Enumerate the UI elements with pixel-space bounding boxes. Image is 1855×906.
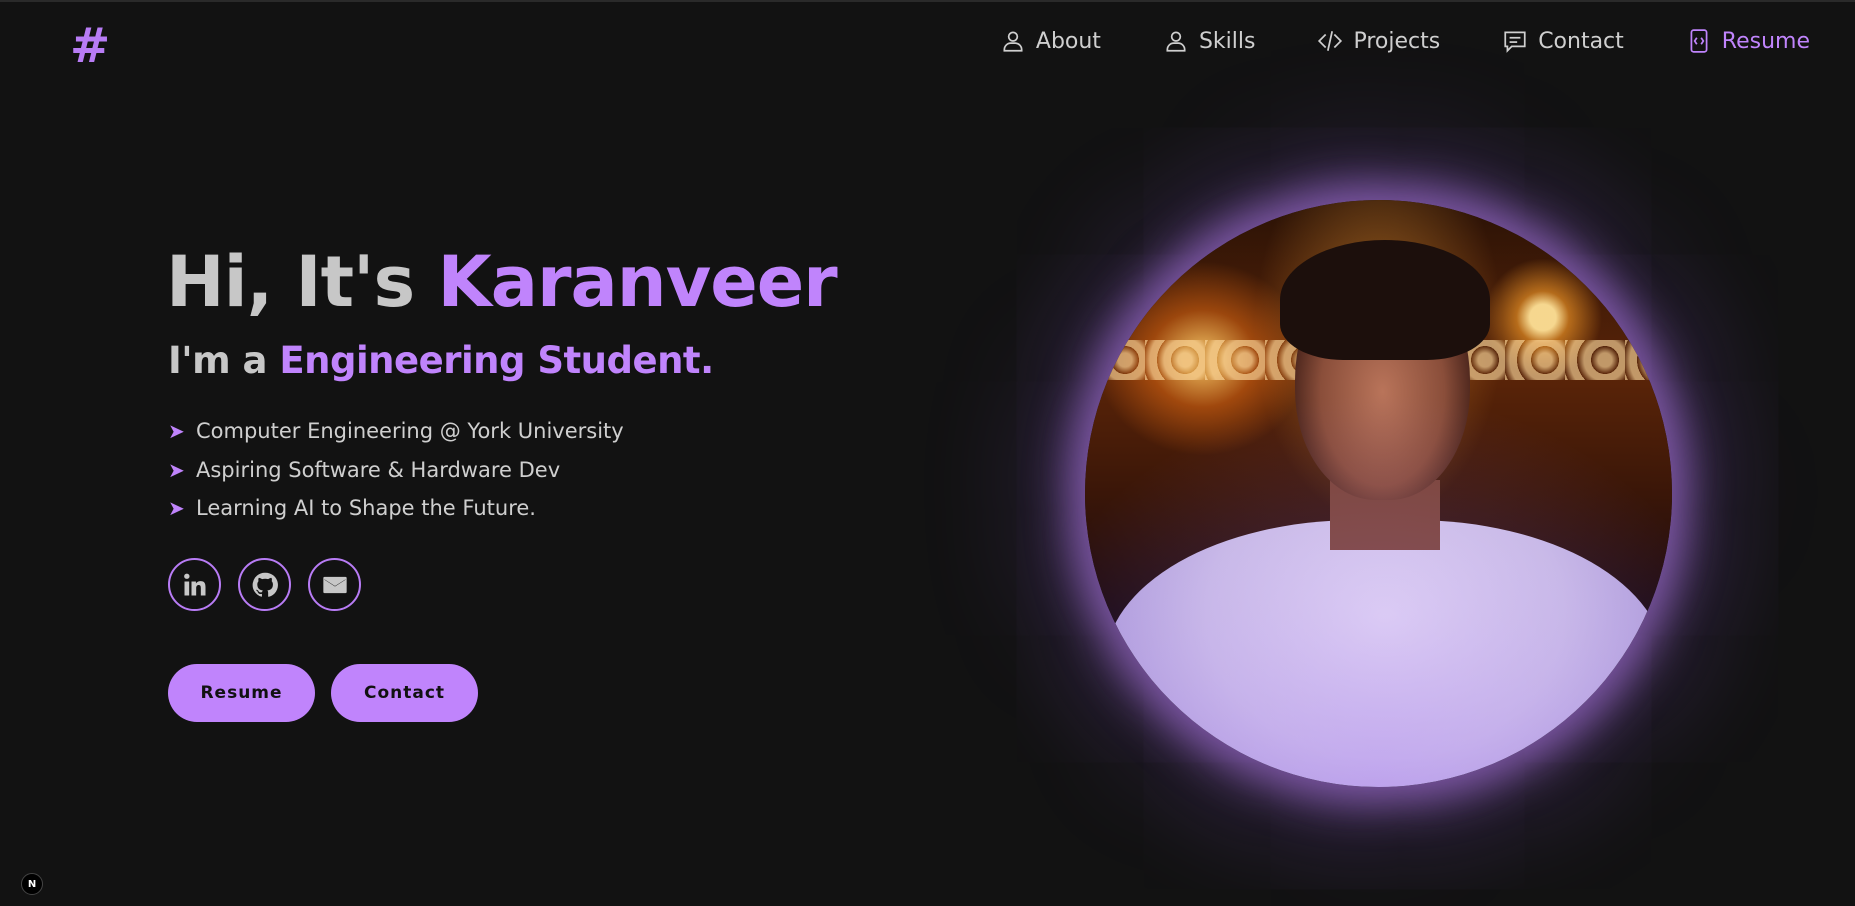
arrow-icon: ➤	[168, 496, 185, 520]
mail-icon	[322, 576, 347, 593]
email-button[interactable]	[308, 558, 361, 611]
nav-projects-label: Projects	[1353, 28, 1441, 54]
logo[interactable]: #	[70, 20, 110, 72]
hero-bullets: ➤ Computer Engineering @ York University …	[168, 412, 624, 528]
nextjs-badge[interactable]: N	[21, 873, 43, 895]
nav-skills[interactable]: Skills	[1163, 28, 1256, 54]
list-item: ➤ Computer Engineering @ York University	[168, 412, 624, 451]
profile-photo	[1085, 200, 1672, 787]
github-button[interactable]	[238, 558, 291, 611]
nav-contact-label: Contact	[1538, 28, 1624, 54]
nav-about[interactable]: About	[1000, 28, 1101, 54]
nav-projects[interactable]: Projects	[1317, 28, 1440, 54]
photo-tint	[1085, 200, 1672, 787]
hero-title: Hi, It's Karanveer	[166, 240, 838, 324]
nav-about-label: About	[1035, 28, 1101, 54]
nav-skills-label: Skills	[1198, 28, 1256, 54]
file-code-icon	[1690, 29, 1708, 53]
code-icon	[1318, 31, 1343, 51]
hero-sub-prefix: I'm a	[168, 339, 268, 382]
nav-resume[interactable]: Resume	[1686, 28, 1810, 54]
list-item: ➤ Learning AI to Shape the Future.	[168, 489, 624, 528]
arrow-icon: ➤	[168, 419, 185, 443]
user-icon	[1003, 31, 1023, 52]
main-nav: About Skills Projects Contact Resume	[938, 28, 1810, 54]
arrow-icon: ➤	[168, 457, 185, 482]
hero-sub-highlight: Engineering Student.	[279, 339, 714, 382]
linkedin-icon	[183, 573, 205, 595]
contact-button[interactable]: Contact	[331, 664, 478, 722]
bullet-text: Computer Engineering @ York University	[196, 419, 624, 443]
hero-name: Karanveer	[437, 241, 838, 323]
nav-resume-label: Resume	[1721, 28, 1810, 54]
cta-buttons: Resume Contact	[168, 664, 478, 722]
social-links	[168, 558, 361, 611]
bullet-text: Aspiring Software & Hardware Dev	[196, 457, 561, 482]
top-border	[0, 0, 1855, 2]
user-icon	[1166, 31, 1186, 52]
bullet-text: Learning AI to Shape the Future.	[196, 496, 536, 520]
hero-greeting: Hi, It's	[166, 241, 415, 323]
list-item: ➤ Aspiring Software & Hardware Dev	[168, 451, 624, 490]
message-icon	[1504, 31, 1526, 53]
resume-button[interactable]: Resume	[168, 664, 315, 722]
github-icon	[252, 572, 278, 597]
linkedin-button[interactable]	[168, 558, 221, 611]
hero-subtitle: I'm a Engineering Student.	[168, 338, 714, 384]
nav-contact[interactable]: Contact	[1502, 28, 1624, 54]
